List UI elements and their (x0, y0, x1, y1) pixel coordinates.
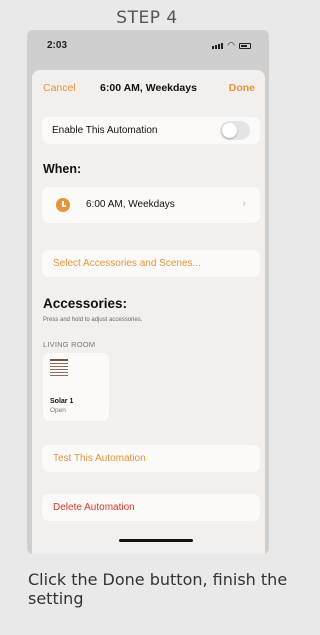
enable-automation-toggle[interactable] (220, 121, 250, 140)
status-time: 2:03 (47, 40, 68, 51)
wifi-icon: ◠ (227, 40, 235, 50)
cancel-button[interactable]: Cancel (43, 82, 76, 94)
phone-screenshot: 2:03 ◠ 6:00 AM, Weekdays Cancel Done Ena… (27, 30, 269, 554)
when-heading: When: (43, 162, 82, 176)
status-bar: 2:03 ◠ (27, 30, 269, 64)
done-button[interactable]: Done (229, 82, 255, 94)
test-automation-button[interactable]: Test This Automation (42, 445, 260, 472)
clock-icon (56, 198, 70, 212)
delete-automation-button[interactable]: Delete Automation (42, 494, 260, 521)
accessories-heading: Accessories: (43, 296, 128, 311)
when-row[interactable]: 6:00 AM, Weekdays › (42, 187, 260, 223)
test-automation-label: Test This Automation (53, 453, 146, 464)
enable-automation-row: Enable This Automation (42, 117, 260, 144)
accessory-state: Open (50, 407, 66, 414)
nav-bar: 6:00 AM, Weekdays Cancel Done (32, 70, 265, 106)
accessory-tile-solar-1[interactable]: Solar 1 Open (43, 353, 109, 421)
battery-icon (239, 42, 251, 49)
automation-sheet: 6:00 AM, Weekdays Cancel Done Enable Thi… (32, 70, 265, 554)
room-label: LIVING ROOM (43, 340, 96, 349)
accessories-subtitle: Press and hold to adjust accessories. (43, 317, 143, 323)
select-accessories-button[interactable]: Select Accessories and Scenes... (42, 250, 260, 277)
window-blind-icon (50, 359, 68, 376)
signal-icon (212, 42, 224, 49)
delete-automation-label: Delete Automation (53, 502, 135, 513)
when-value: 6:00 AM, Weekdays (86, 199, 175, 210)
instruction-caption: Click the Done button, finish the settin… (28, 570, 288, 608)
toggle-knob (222, 123, 237, 138)
accessory-name: Solar 1 (50, 398, 74, 405)
home-indicator (119, 539, 193, 542)
enable-automation-label: Enable This Automation (52, 125, 158, 136)
status-icons: ◠ (212, 41, 251, 50)
select-accessories-label: Select Accessories and Scenes... (53, 258, 201, 269)
chevron-right-icon: › (242, 198, 246, 209)
step-title: STEP 4 (116, 8, 178, 28)
